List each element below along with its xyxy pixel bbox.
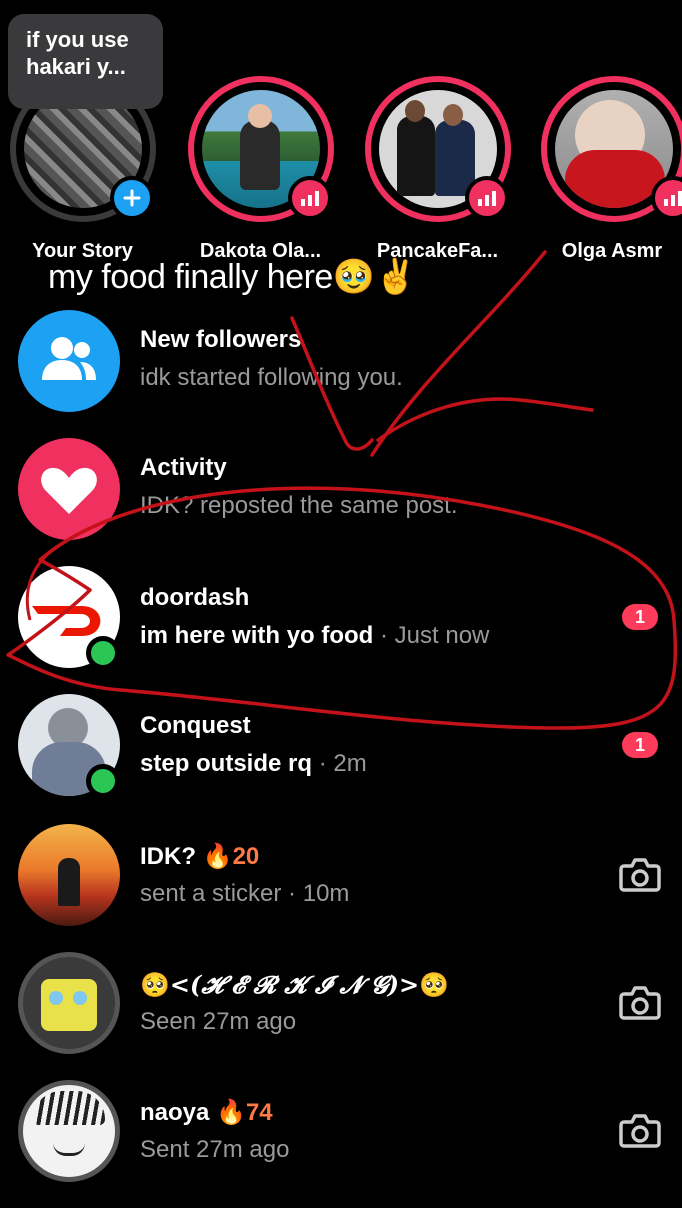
row-title: naoya 🔥74 [140, 1098, 273, 1127]
activity-avatar [18, 438, 120, 540]
streak-fire-icon: 🔥 [202, 843, 233, 870]
camera-icon[interactable] [618, 1110, 662, 1150]
story-note-text: if you use hakari y... [26, 27, 129, 79]
row-subtitle: Seen 27m ago [140, 1008, 297, 1035]
row-title: Activity [140, 454, 227, 481]
story-olga[interactable]: Olga Asmr [527, 70, 682, 270]
video-caption: my food finally here🥹✌️ [48, 258, 417, 296]
contact-name: <(𝓗 𝓔 𝓡 𝓚 𝓘 𝓝 𝓖)> [169, 970, 420, 999]
row-title: 🥺<(𝓗 𝓔 𝓡 𝓚 𝓘 𝓝 𝓖)>🥺 [140, 970, 449, 1000]
heart-icon [41, 467, 97, 514]
last-message: im here with yo food [140, 622, 374, 649]
herking-avatar [18, 952, 120, 1054]
plus-icon [123, 189, 141, 207]
followers-avatar [18, 310, 120, 412]
chat-item-doordash[interactable]: doordash im here with yo food · Just now… [0, 566, 682, 694]
online-status-indicator [86, 636, 120, 670]
row-subtitle: idk started following you. [140, 364, 403, 391]
list-item-new-followers[interactable]: New followers idk started following you. [0, 310, 682, 438]
story-dakota[interactable]: Dakota Ola... [178, 70, 343, 270]
streak-count: 20 [232, 843, 260, 870]
camera-icon[interactable] [618, 982, 662, 1022]
row-subtitle: step outside rq · 2m [140, 750, 367, 778]
bar-chart-icon [465, 176, 509, 220]
row-title: Conquest [140, 712, 251, 739]
chat-item-idk[interactable]: IDK? 🔥20 sent a sticker · 10m [0, 824, 682, 952]
unread-badge: 1 [622, 732, 658, 758]
people-icon [42, 337, 96, 380]
streak-fire-icon: 🔥 [216, 1099, 246, 1126]
chat-item-naoya[interactable]: naoya 🔥74 Sent 27m ago [0, 1080, 682, 1208]
last-message: step outside rq [140, 750, 313, 777]
row-subtitle: im here with yo food · Just now [140, 622, 489, 650]
online-status-indicator [86, 764, 120, 798]
message-time: · 2m [318, 750, 367, 777]
naoya-avatar [18, 1080, 120, 1182]
add-story-button[interactable] [110, 176, 154, 220]
bar-chart-icon [651, 176, 682, 220]
story-name: Olga Asmr [561, 240, 663, 262]
camera-icon[interactable] [618, 854, 662, 894]
message-time: · Just now [380, 622, 490, 649]
row-subtitle: sent a sticker · 10m [140, 880, 350, 907]
list-item-activity[interactable]: Activity IDK? reposted the same post. [0, 438, 682, 566]
unread-badge: 1 [622, 604, 658, 630]
pleading-emoji: 🥺 [419, 972, 450, 999]
story-pancake[interactable]: PancakeFa... [355, 70, 520, 270]
pleading-emoji: 🥺 [140, 972, 170, 999]
row-title: IDK? 🔥20 [140, 842, 259, 871]
idk-avatar [18, 824, 120, 926]
chat-item-conquest[interactable]: Conquest step outside rq · 2m 1 [0, 694, 682, 822]
chat-item-herking[interactable]: 🥺<(𝓗 𝓔 𝓡 𝓚 𝓘 𝓝 𝓖)>🥺 Seen 27m ago [0, 952, 682, 1080]
bar-chart-icon [288, 176, 332, 220]
contact-name: IDK? [140, 843, 196, 870]
contact-name: naoya [140, 1099, 210, 1126]
streak-count: 74 [245, 1099, 273, 1126]
row-subtitle: IDK? reposted the same post. [140, 492, 458, 519]
row-title: New followers [140, 326, 302, 353]
row-subtitle: Sent 27m ago [140, 1136, 290, 1163]
row-title: doordash [140, 584, 250, 611]
story-note-bubble[interactable]: if you use hakari y... [8, 14, 163, 109]
